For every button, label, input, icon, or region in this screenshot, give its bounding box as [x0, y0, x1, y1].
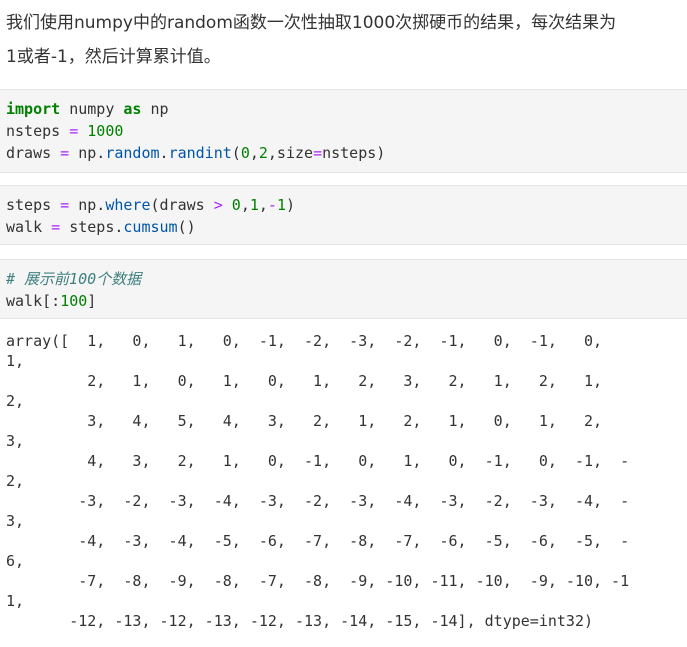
- paren: (: [231, 144, 241, 162]
- output-line: 1,: [6, 352, 25, 370]
- output-line: -7, -8, -9, -8, -7, -8, -9, -10, -11, -1…: [6, 572, 630, 590]
- operator: =: [60, 122, 88, 140]
- number: 1: [249, 196, 259, 214]
- code-cell-3[interactable]: # 展示前100个数据 walk[:100]: [0, 259, 687, 319]
- variable: walk[:: [6, 292, 61, 310]
- code-comment: # 展示前100个数据: [6, 270, 142, 288]
- output-line: 3, 4, 5, 4, 3, 2, 1, 2, 1, 0, 1, 2,: [6, 412, 603, 430]
- code-line: walk = steps.cumsum(): [6, 216, 681, 238]
- keyword: import: [6, 100, 61, 118]
- output-line: -4, -3, -4, -5, -6, -7, -8, -7, -6, -5, …: [6, 532, 630, 550]
- object-name: np.: [78, 144, 106, 162]
- object-name: steps.: [69, 218, 124, 236]
- variable: nsteps: [6, 122, 61, 140]
- keyword: as: [123, 100, 142, 118]
- code-cell-1[interactable]: import numpy as np nsteps = 1000 draws = n…: [0, 89, 687, 173]
- comma: ,: [240, 196, 250, 214]
- number: 2: [258, 144, 268, 162]
- output-line: 1,: [6, 592, 25, 610]
- object-name: np.: [78, 196, 106, 214]
- argument: nsteps): [322, 144, 386, 162]
- operator: =: [313, 144, 323, 162]
- output-line: 3,: [6, 432, 25, 450]
- function-name: cumsum: [123, 218, 178, 236]
- intro-line-2: 1或者-1，然后计算累计值。: [6, 47, 221, 67]
- attribute: random: [105, 144, 160, 162]
- variable: steps: [6, 196, 52, 214]
- code-line: # 展示前100个数据: [6, 268, 681, 290]
- variable: draws: [6, 144, 52, 162]
- code-line: draws = np.random.randint(0,2,size=nstep…: [6, 142, 681, 164]
- operator: -: [267, 196, 277, 214]
- paren: ): [285, 196, 295, 214]
- operator: >: [213, 196, 223, 214]
- function-name: where: [105, 196, 151, 214]
- output-line: -3, -2, -3, -4, -3, -2, -3, -4, -3, -2, …: [6, 492, 630, 510]
- output-line: 2,: [6, 392, 25, 410]
- intro-paragraph: 我们使用numpy中的random函数一次性抽取1000次掷硬币的结果，每次结果…: [6, 6, 681, 74]
- comma: ,: [249, 144, 259, 162]
- output-line: -12, -13, -12, -13, -12, -13, -14, -15, …: [6, 612, 593, 630]
- argument: (draws: [150, 196, 214, 214]
- output-line: 2, 1, 0, 1, 0, 1, 2, 3, 2, 1, 2, 1,: [6, 372, 603, 390]
- bracket: ]: [87, 292, 97, 310]
- comma: ,: [258, 196, 268, 214]
- number: 0: [231, 196, 241, 214]
- operator: =: [51, 144, 79, 162]
- output-line: 3,: [6, 512, 25, 530]
- output-line: 4, 3, 2, 1, 0, -1, 0, 1, 0, -1, 0, -1, -: [6, 452, 630, 470]
- output-line: 6,: [6, 552, 25, 570]
- paren: (): [177, 218, 196, 236]
- dot: .: [159, 144, 169, 162]
- code-cell-2[interactable]: steps = np.where(draws > 0,1,-1) walk = s…: [0, 185, 687, 245]
- operator: =: [42, 218, 70, 236]
- number: 1000: [87, 122, 124, 140]
- output-line: array([ 1, 0, 1, 0, -1, -2, -3, -2, -1, …: [6, 332, 603, 350]
- number: 0: [240, 144, 250, 162]
- number: 100: [60, 292, 88, 310]
- operator: =: [51, 196, 79, 214]
- alias-name: np: [141, 100, 169, 118]
- code-line: nsteps = 1000: [6, 120, 681, 142]
- module-name: numpy: [60, 100, 124, 118]
- number: 1: [276, 196, 286, 214]
- argument: ,size: [267, 144, 314, 162]
- intro-line-1: 我们使用numpy中的random函数一次性抽取1000次掷硬币的结果，每次结果…: [6, 13, 617, 33]
- code-line: import numpy as np: [6, 98, 681, 120]
- code-line: steps = np.where(draws > 0,1,-1): [6, 194, 681, 216]
- function-name: randint: [168, 144, 232, 162]
- variable: walk: [6, 218, 43, 236]
- code-line: walk[:100]: [6, 290, 681, 312]
- output-line: 2,: [6, 472, 25, 490]
- cell-output: array([ 1, 0, 1, 0, -1, -2, -3, -2, -1, …: [6, 331, 686, 631]
